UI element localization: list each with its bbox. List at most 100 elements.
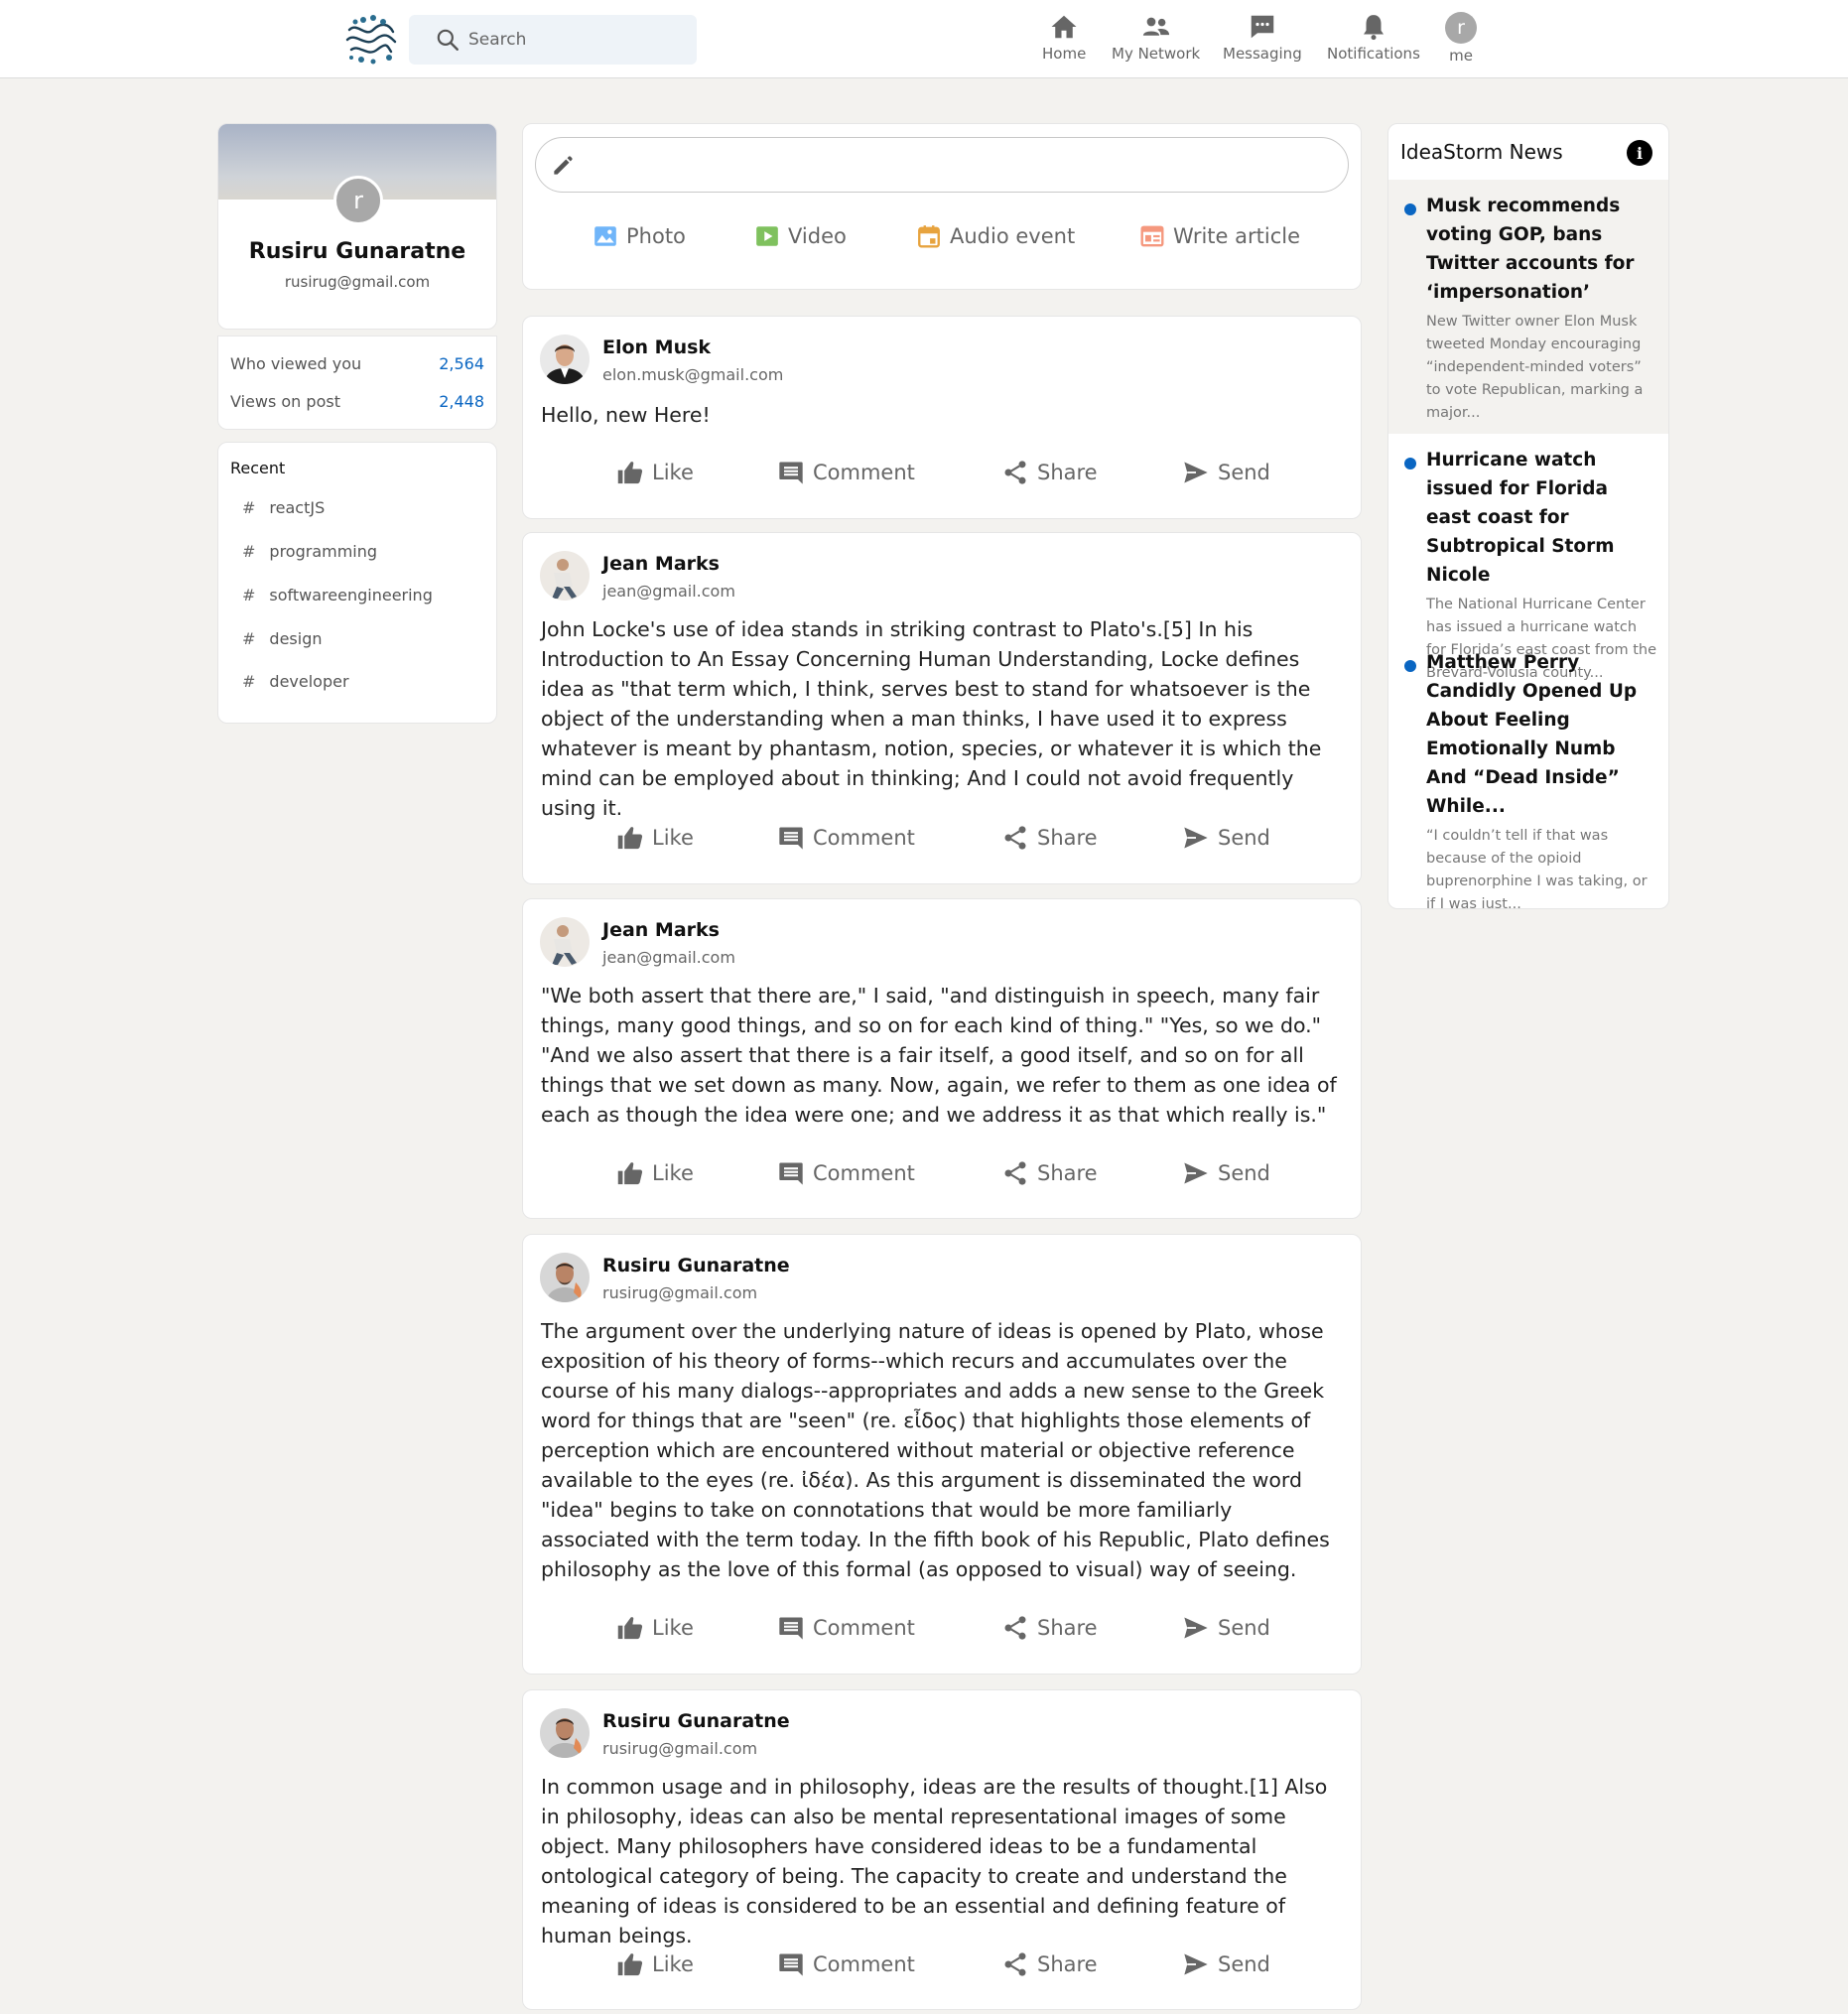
top-navbar: Home My Network Messaging Notifications …: [0, 0, 1848, 78]
search-icon: [437, 29, 459, 51]
stat-value: 2,448: [439, 392, 484, 411]
news-item[interactable]: Matthew Perry Candidly Opened Up About F…: [1388, 636, 1668, 908]
like-icon: [616, 459, 644, 486]
hash-icon: #: [242, 498, 256, 517]
nav-home[interactable]: Home: [1042, 12, 1086, 63]
news-card: IdeaStorm News i Musk recommends voting …: [1387, 123, 1669, 909]
comment-button[interactable]: Comment: [777, 1159, 915, 1187]
send-label: Send: [1218, 1952, 1270, 1976]
share-button[interactable]: Share: [1001, 824, 1098, 852]
share-button[interactable]: Share: [1001, 1159, 1098, 1187]
info-icon[interactable]: i: [1627, 140, 1652, 166]
send-button[interactable]: Send: [1182, 824, 1270, 852]
like-button[interactable]: Like: [616, 459, 694, 486]
share-icon: [1001, 824, 1029, 852]
post-author[interactable]: Rusiru Gunaratne: [602, 1255, 790, 1276]
recent-tag[interactable]: # design: [242, 629, 322, 648]
comment-icon: [777, 1950, 805, 1978]
share-button[interactable]: Share: [1001, 1614, 1098, 1642]
news-title: IdeaStorm News: [1400, 140, 1563, 164]
share-button[interactable]: Share: [1001, 1950, 1098, 1978]
stat-label: Who viewed you: [230, 354, 362, 373]
audio-event-label: Audio event: [950, 224, 1076, 248]
like-button[interactable]: Like: [616, 1159, 694, 1187]
stat-who-viewed[interactable]: Who viewed you 2,564: [230, 354, 484, 373]
photo-label: Photo: [626, 224, 686, 248]
post-author[interactable]: Jean Marks: [602, 919, 720, 941]
comment-icon: [777, 1614, 805, 1642]
search-input[interactable]: [468, 30, 667, 50]
comment-button[interactable]: Comment: [777, 459, 915, 486]
news-item[interactable]: Hurricane watch issued for Florida east …: [1388, 434, 1668, 681]
post-actions: Like Comment Share Send: [523, 1159, 1361, 1195]
news-summary: New Twitter owner Elon Musk tweeted Mond…: [1426, 314, 1644, 421]
profile-avatar[interactable]: r: [333, 176, 383, 225]
comment-button[interactable]: Comment: [777, 824, 915, 852]
nav-messaging[interactable]: Messaging: [1223, 12, 1302, 63]
comment-button[interactable]: Comment: [777, 1614, 915, 1642]
nav-me[interactable]: r me: [1445, 12, 1477, 65]
stat-views-on-post[interactable]: Views on post 2,448: [230, 392, 484, 411]
recent-tag-label: programming: [269, 542, 378, 561]
logo-icon[interactable]: [343, 12, 399, 67]
post-actions: Like Comment Share Send: [523, 459, 1361, 494]
post-text: "We both assert that there are," I said,…: [541, 984, 1337, 1127]
like-button[interactable]: Like: [616, 1614, 694, 1642]
start-post-input[interactable]: [535, 137, 1349, 193]
share-icon: [1001, 1159, 1029, 1187]
author-avatar[interactable]: [540, 1253, 590, 1302]
news-item[interactable]: Musk recommends voting GOP, bans Twitter…: [1388, 180, 1668, 434]
recent-tag[interactable]: # programming: [242, 542, 377, 561]
send-button[interactable]: Send: [1182, 459, 1270, 486]
send-button[interactable]: Send: [1182, 1950, 1270, 1978]
post-author[interactable]: Elon Musk: [602, 336, 711, 358]
audio-event-button[interactable]: Audio event: [916, 223, 1075, 249]
author-avatar[interactable]: [540, 551, 590, 601]
like-button[interactable]: Like: [616, 1950, 694, 1978]
profile-card: r Rusiru Gunaratne rusirug@gmail.com: [217, 123, 497, 330]
search-bar[interactable]: [409, 15, 697, 65]
author-avatar[interactable]: [540, 1708, 590, 1758]
video-icon: [756, 226, 778, 246]
comment-icon: [777, 824, 805, 852]
recent-tag-label: softwareengineering: [269, 586, 433, 604]
comment-button[interactable]: Comment: [777, 1950, 915, 1978]
profile-stats: Who viewed you 2,564 Views on post 2,448: [217, 336, 497, 430]
post-author-email: jean@gmail.com: [602, 948, 735, 967]
comment-label: Comment: [813, 826, 915, 850]
share-label: Share: [1037, 826, 1098, 850]
bullet-icon: [1404, 660, 1416, 672]
photo-icon: [594, 226, 616, 246]
hash-icon: #: [242, 586, 256, 604]
recent-tag[interactable]: # reactJS: [242, 498, 325, 517]
news-headline: Musk recommends voting GOP, bans Twitter…: [1426, 196, 1635, 303]
recent-tag[interactable]: # softwareengineering: [242, 586, 433, 604]
send-button[interactable]: Send: [1182, 1614, 1270, 1642]
video-button[interactable]: Video: [754, 223, 847, 249]
recent-tag[interactable]: # developer: [242, 672, 349, 691]
post-author[interactable]: Jean Marks: [602, 553, 720, 575]
nav-notifications[interactable]: Notifications: [1327, 12, 1420, 63]
share-button[interactable]: Share: [1001, 459, 1098, 486]
post-author[interactable]: Rusiru Gunaratne: [602, 1710, 790, 1732]
send-label: Send: [1218, 461, 1270, 484]
like-icon: [616, 1950, 644, 1978]
share-label: Share: [1037, 1616, 1098, 1640]
profile-name[interactable]: Rusiru Gunaratne: [218, 239, 496, 264]
share-label: Share: [1037, 1161, 1098, 1185]
bullet-icon: [1404, 203, 1416, 215]
author-avatar[interactable]: [540, 335, 590, 384]
recent-tag-label: reactJS: [269, 498, 326, 517]
photo-button[interactable]: Photo: [593, 223, 686, 249]
like-button[interactable]: Like: [616, 824, 694, 852]
write-article-button[interactable]: Write article: [1139, 223, 1300, 249]
comment-label: Comment: [813, 1616, 915, 1640]
people-icon: [1142, 17, 1169, 36]
author-avatar[interactable]: [540, 917, 590, 967]
send-button[interactable]: Send: [1182, 1159, 1270, 1187]
news-summary: “I couldn’t tell if that was because of …: [1426, 828, 1648, 909]
nav-my-network[interactable]: My Network: [1112, 12, 1200, 63]
news-headline: Hurricane watch issued for Florida east …: [1426, 450, 1615, 586]
comment-icon: [777, 1159, 805, 1187]
recent-card: Recent # reactJS # programming # softwareen…: [217, 442, 497, 724]
